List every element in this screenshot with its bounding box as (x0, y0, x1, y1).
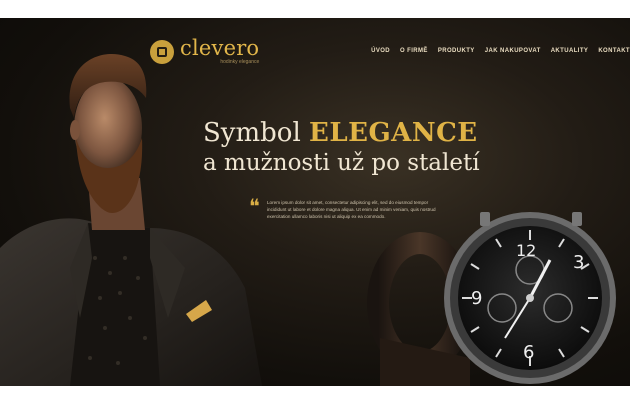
brand-name: clevero (180, 36, 260, 60)
headline-line2: a mužnosti už po staletí (203, 150, 480, 176)
main-nav: ÚVOD O FIRMĚ PRODUKTY JAK NAKUPOVAT AKTU… (371, 48, 630, 54)
headline-accent: ELEGANCE (309, 118, 478, 148)
dial-number-3: 3 (573, 252, 584, 273)
headline-prefix: Symbol (203, 118, 310, 148)
brand-tagline: hodinky elegance (220, 59, 260, 65)
nav-item-produkty[interactable]: PRODUKTY (438, 48, 475, 54)
watch-image: 3 6 9 12 (367, 212, 616, 386)
dial-number-12: 12 (516, 241, 536, 260)
nav-item-aktuality[interactable]: AKTUALITY (551, 48, 589, 54)
nav-item-kontakt[interactable]: KONTAKT (598, 48, 630, 54)
nav-item-jak-nakupovat[interactable]: JAK NAKUPOVAT (485, 48, 541, 54)
brand-logo[interactable]: clevero hodinky elegance (150, 38, 259, 65)
model-man-image (0, 53, 262, 386)
dial-number-9: 9 (471, 288, 482, 309)
quote-icon: ❝ (249, 194, 260, 218)
logo-icon (150, 39, 174, 64)
nav-item-o-firme[interactable]: O FIRMĚ (400, 48, 428, 54)
hero-banner: clevero hodinky elegance ÚVOD O FIRMĚ PR… (0, 18, 630, 386)
nav-item-uvod[interactable]: ÚVOD (371, 48, 390, 54)
dial-number-6: 6 (523, 342, 534, 363)
hero-headline: Symbol ELEGANCE a mužnosti už po staletí (203, 118, 480, 178)
